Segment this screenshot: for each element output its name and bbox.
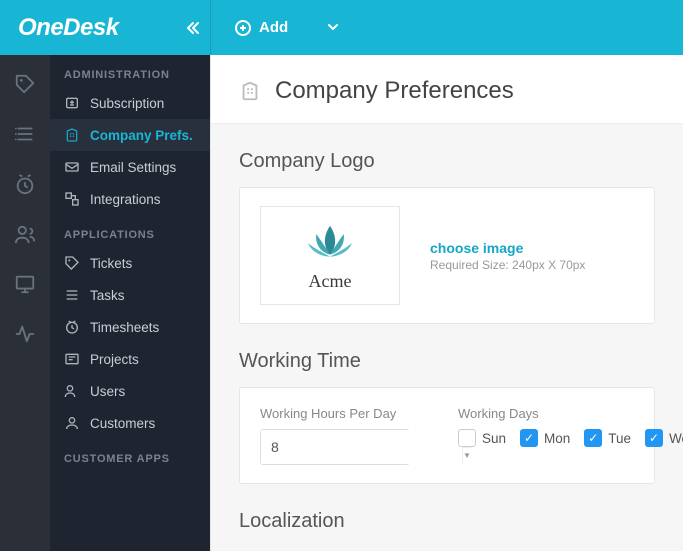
sidebar-item-company-prefs[interactable]: Company Prefs. xyxy=(50,119,210,151)
tasks-icon xyxy=(64,287,80,303)
sidebar-item-email-settings[interactable]: Email Settings xyxy=(50,151,210,183)
icon-rail xyxy=(0,55,50,551)
working-days-label: Working Days xyxy=(458,406,683,421)
sidebar-item-projects[interactable]: Projects xyxy=(50,343,210,375)
rail-activity-icon[interactable] xyxy=(14,323,36,345)
hours-value-field[interactable] xyxy=(261,430,462,464)
add-button[interactable]: Add xyxy=(211,19,356,36)
envelope-icon xyxy=(64,159,80,175)
page-title: Company Preferences xyxy=(275,77,514,105)
hours-per-day-label: Working Hours Per Day xyxy=(260,406,410,421)
day-wed[interactable]: ✓Wed xyxy=(645,429,683,447)
add-label: Add xyxy=(259,19,288,36)
building-icon xyxy=(239,80,261,102)
rail-clock-icon[interactable] xyxy=(14,173,36,195)
sidebar-item-label: Integrations xyxy=(90,192,161,207)
sidebar-item-integrations[interactable]: Integrations xyxy=(50,183,210,215)
sidebar-item-label: Timesheets xyxy=(90,320,159,335)
checkbox-checked-icon: ✓ xyxy=(520,429,538,447)
day-mon[interactable]: ✓Mon xyxy=(520,429,570,447)
checkbox-checked-icon: ✓ xyxy=(645,429,663,447)
day-sun[interactable]: Sun xyxy=(458,429,506,447)
sidebar-item-tickets[interactable]: Tickets xyxy=(50,247,210,279)
rail-screen-icon[interactable] xyxy=(14,273,36,295)
users-icon xyxy=(64,383,80,399)
hours-per-day-input[interactable]: ▲ ▼ xyxy=(260,429,410,465)
day-tue[interactable]: ✓Tue xyxy=(584,429,631,447)
rail-list-icon[interactable] xyxy=(14,123,36,145)
clock-icon xyxy=(64,319,80,335)
projects-icon xyxy=(64,351,80,367)
section-heading-customer-apps: CUSTOMER APPS xyxy=(50,439,210,471)
section-heading-administration: ADMINISTRATION xyxy=(50,55,210,87)
topbar: OneDesk Add xyxy=(0,0,683,55)
section-heading-applications: APPLICATIONS xyxy=(50,215,210,247)
sidebar-item-timesheets[interactable]: Timesheets xyxy=(50,311,210,343)
sidebar-item-users[interactable]: Users xyxy=(50,375,210,407)
working-time-card: Working Hours Per Day ▲ ▼ Working Days xyxy=(239,387,655,484)
choose-image-link[interactable]: choose image xyxy=(430,240,585,256)
rail-tag-icon[interactable] xyxy=(14,73,36,95)
chevron-double-left-icon xyxy=(186,21,200,35)
sidebar-item-label: Email Settings xyxy=(90,160,176,175)
working-time-title: Working Time xyxy=(239,350,655,373)
integrations-icon xyxy=(64,191,80,207)
required-size-text: Required Size: 240px X 70px xyxy=(430,258,585,272)
main-content: Company Preferences Company Logo Acme xyxy=(210,55,683,551)
acme-lotus-icon xyxy=(295,219,365,267)
sidebar-item-label: Tickets xyxy=(90,256,132,271)
tag-icon xyxy=(64,255,80,271)
sidebar-item-label: Projects xyxy=(90,352,139,367)
sidebar-item-customers[interactable]: Customers xyxy=(50,407,210,439)
company-logo-name: Acme xyxy=(309,271,352,292)
subscription-icon xyxy=(64,95,80,111)
sidebar-item-label: Customers xyxy=(90,416,155,431)
checkbox-icon xyxy=(458,429,476,447)
sidebar-item-tasks[interactable]: Tasks xyxy=(50,279,210,311)
logo-card: Acme choose image Required Size: 240px X… xyxy=(239,187,655,324)
sidebar-item-label: Subscription xyxy=(90,96,164,111)
collapse-sidebar-button[interactable] xyxy=(186,21,200,35)
company-logo-preview: Acme xyxy=(260,206,400,305)
plus-circle-icon xyxy=(235,20,251,36)
localization-title: Localization xyxy=(239,510,655,533)
logo-section-title: Company Logo xyxy=(239,150,655,173)
sidebar-item-label: Users xyxy=(90,384,125,399)
chevron-down-icon xyxy=(328,24,338,31)
rail-users-icon[interactable] xyxy=(14,223,36,245)
sidebar-item-subscription[interactable]: Subscription xyxy=(50,87,210,119)
checkbox-checked-icon: ✓ xyxy=(584,429,602,447)
topbar-left: OneDesk xyxy=(0,14,210,42)
building-icon xyxy=(64,127,80,143)
page-header: Company Preferences xyxy=(211,55,683,124)
customers-icon xyxy=(64,415,80,431)
sidebar-item-label: Tasks xyxy=(90,288,125,303)
brand-logo: OneDesk xyxy=(18,14,119,42)
secondary-sidebar: ADMINISTRATION Subscription Company Pref… xyxy=(50,55,210,551)
sidebar-item-label: Company Prefs. xyxy=(90,128,193,143)
